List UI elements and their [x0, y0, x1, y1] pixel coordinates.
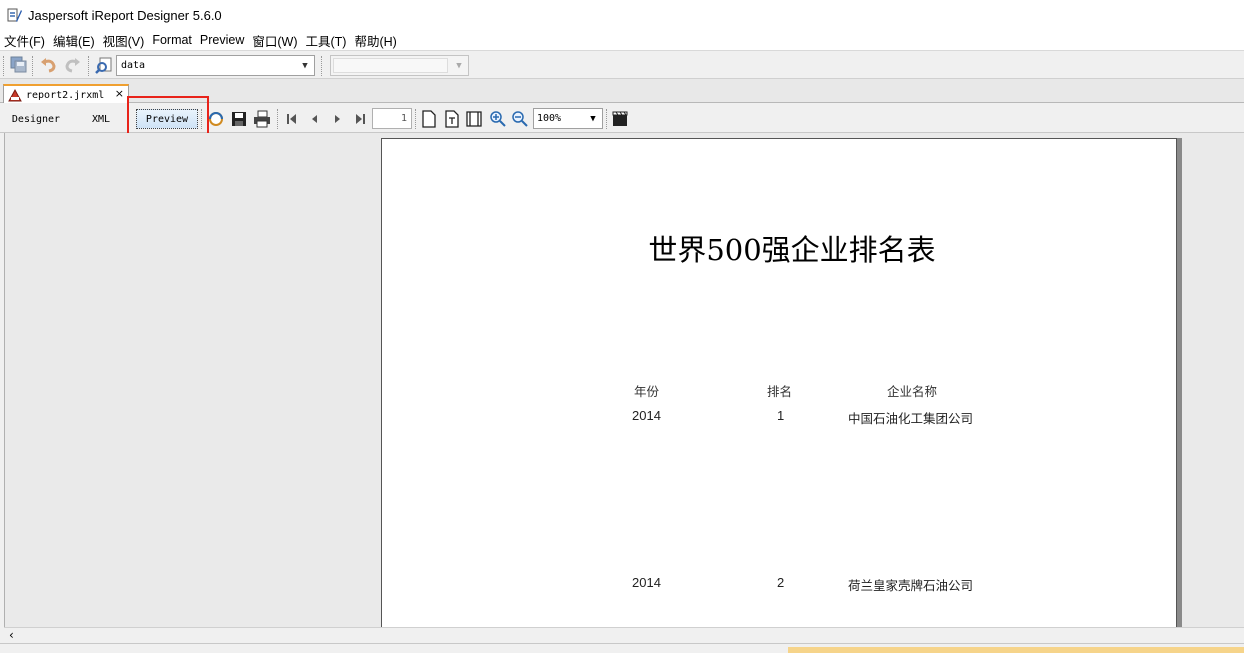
toolbar-separator [415, 109, 417, 129]
row-2-year: 2014 [632, 575, 661, 590]
chevron-down-icon[interactable]: ▼ [452, 56, 466, 75]
progress-bar [788, 647, 1244, 653]
row-1-year: 2014 [632, 408, 661, 423]
document-tab-bar: report2.jrxml × [0, 79, 1244, 104]
title-bar: Jaspersoft iReport Designer 5.6.0 [0, 0, 1244, 30]
scroll-left-icon[interactable]: ‹ [9, 628, 14, 642]
save-icon[interactable] [230, 110, 248, 128]
menu-help[interactable]: 帮助(H) [354, 31, 396, 50]
toolbar-separator [606, 109, 608, 129]
print-icon[interactable] [253, 110, 271, 128]
menu-file[interactable]: 文件(F) [4, 31, 45, 50]
secondary-select[interactable]: ▼ [330, 55, 469, 76]
fit-width-icon[interactable] [465, 110, 483, 128]
app-icon [6, 6, 24, 24]
row-2-company: 荷兰皇家壳牌石油公司 [848, 578, 974, 593]
preview-button[interactable]: Preview [136, 109, 198, 129]
film-icon[interactable] [611, 110, 629, 128]
main-toolbar: data ▼ ▼ [0, 50, 1244, 79]
first-page-icon[interactable] [283, 110, 301, 128]
toolbar-separator [277, 109, 279, 129]
zoom-out-icon[interactable] [511, 110, 529, 128]
chevron-down-icon[interactable]: ▼ [586, 109, 600, 128]
column-header-year: 年份 [634, 384, 660, 399]
fit-page-icon[interactable] [443, 110, 461, 128]
actual-size-icon[interactable] [420, 110, 438, 128]
report-view-toolbar: Designer XML Preview 1 100% ▼ [0, 103, 1244, 133]
datasource-select[interactable]: data ▼ [116, 55, 315, 76]
toolbar-separator [88, 56, 90, 76]
toolbar-grip[interactable] [3, 56, 5, 76]
toolbar-separator [32, 56, 34, 76]
column-header-rank: 排名 [767, 384, 793, 399]
toolbar-separator [201, 109, 203, 129]
menu-bar: 文件(F) 编辑(E) 视图(V) Format Preview 窗口(W) 工… [0, 30, 1244, 50]
xml-button[interactable]: XML [84, 109, 118, 129]
refresh-icon[interactable] [207, 110, 225, 128]
column-header-company: 企业名称 [887, 384, 938, 399]
document-tab[interactable]: report2.jrxml × [3, 84, 129, 104]
secondary-select-value [333, 58, 448, 73]
menu-preview[interactable]: Preview [200, 33, 244, 47]
menu-tools[interactable]: 工具(T) [306, 31, 347, 50]
page-number-field[interactable]: 1 [372, 108, 412, 129]
zoom-select[interactable]: 100% ▼ [533, 108, 603, 129]
zoom-value: 100% [537, 113, 562, 124]
chevron-down-icon[interactable]: ▼ [298, 56, 312, 75]
menu-view[interactable]: 视图(V) [103, 31, 145, 50]
datasource-value: data [121, 60, 146, 71]
preview-icon[interactable] [95, 56, 113, 74]
row-1-company: 中国石油化工集团公司 [848, 411, 974, 426]
report-file-icon [8, 88, 22, 102]
redo-icon[interactable] [63, 56, 81, 74]
designer-button[interactable]: Designer [8, 109, 64, 129]
menu-format[interactable]: Format [152, 33, 192, 47]
save-all-icon[interactable] [10, 56, 28, 74]
document-tab-label: report2.jrxml [26, 89, 105, 101]
last-page-icon[interactable] [351, 110, 369, 128]
status-bar [0, 643, 1244, 653]
report-page: 世界500强企业排名表 年份 排名 企业名称 2014 1 中国石油化工集团公司… [381, 138, 1177, 638]
report-title: 世界500强企业排名表 [648, 233, 936, 267]
undo-icon[interactable] [40, 56, 58, 74]
toolbar-separator [321, 56, 323, 76]
next-page-icon[interactable] [328, 110, 346, 128]
row-2-rank: 2 [777, 575, 785, 590]
row-1-rank: 1 [777, 408, 785, 423]
window-title: Jaspersoft iReport Designer 5.6.0 [28, 7, 222, 23]
report-preview-area[interactable]: 世界500强企业排名表 年份 排名 企业名称 2014 1 中国石油化工集团公司… [4, 133, 1244, 638]
menu-window[interactable]: 窗口(W) [252, 31, 297, 50]
close-icon[interactable]: × [115, 87, 124, 100]
horizontal-scrollbar[interactable]: ‹ [4, 627, 1244, 643]
previous-page-icon[interactable] [306, 110, 324, 128]
zoom-in-icon[interactable] [489, 110, 507, 128]
menu-edit[interactable]: 编辑(E) [53, 31, 95, 50]
